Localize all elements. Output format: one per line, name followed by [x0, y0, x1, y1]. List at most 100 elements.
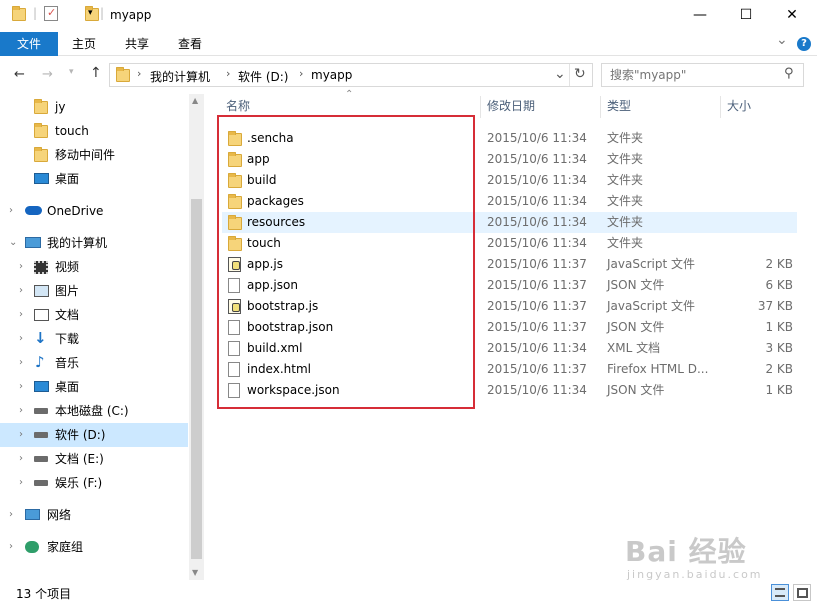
breadcrumb-drive-d[interactable]: 软件 (D:) — [238, 68, 288, 85]
chevron-right-icon[interactable]: › — [19, 351, 23, 375]
search-icon[interactable]: ⚲ — [784, 66, 794, 81]
sidebar-item-this-pc[interactable]: ⌄ 我的计算机 — [0, 231, 188, 255]
column-separator[interactable] — [720, 96, 721, 118]
file-date: 2015/10/6 11:37 — [487, 257, 587, 271]
folder-icon[interactable] — [12, 6, 26, 21]
sidebar-item-drive-d[interactable]: › 软件 (D:) — [0, 423, 188, 447]
sidebar-item-onedrive[interactable]: › OneDrive — [0, 199, 188, 223]
toolbar-divider: | — [33, 6, 38, 20]
properties-icon[interactable]: ✓ — [44, 6, 58, 21]
sidebar-item-desktop[interactable]: 桌面 — [0, 167, 188, 191]
large-icons-view-icon — [797, 588, 808, 598]
tab-view[interactable]: 查看 — [168, 32, 212, 56]
drive-icon — [34, 408, 48, 414]
column-separator[interactable] — [600, 96, 601, 118]
column-header-date[interactable]: 修改日期 — [487, 94, 535, 119]
chevron-right-icon[interactable]: › — [19, 423, 23, 447]
maximize-button[interactable]: ☐ — [723, 0, 769, 30]
column-header-type[interactable]: 类型 — [607, 94, 631, 119]
chevron-right-icon[interactable]: › — [19, 255, 23, 279]
annotation-highlight-box — [217, 115, 475, 409]
breadcrumb-separator[interactable]: › — [137, 67, 141, 80]
scroll-down-icon[interactable]: ▼ — [192, 568, 198, 577]
file-date: 2015/10/6 11:34 — [487, 173, 587, 187]
chevron-right-icon[interactable]: › — [19, 399, 23, 423]
search-input[interactable] — [602, 64, 772, 86]
homegroup-icon — [25, 541, 39, 553]
customize-quick-access-icon[interactable]: ▾ — [88, 8, 93, 18]
sidebar-item-touch[interactable]: touch — [0, 119, 188, 143]
file-date: 2015/10/6 11:34 — [487, 236, 587, 250]
folder-icon — [116, 67, 130, 82]
breadcrumb-separator[interactable]: › — [226, 67, 230, 80]
sidebar-item-label: jy — [55, 100, 66, 114]
large-icons-view-button[interactable] — [793, 584, 811, 601]
sidebar-scrollbar[interactable]: ▲ ▼ — [189, 94, 204, 580]
sidebar-item-label: 我的计算机 — [47, 236, 108, 250]
window-title: myapp — [110, 8, 152, 22]
help-icon[interactable]: ? — [797, 37, 811, 51]
address-dropdown-icon[interactable]: ⌄ — [554, 66, 566, 82]
sidebar-item-pictures[interactable]: › 图片 — [0, 279, 188, 303]
sidebar-item-jy[interactable]: jy — [0, 95, 188, 119]
sidebar-item-drive-f[interactable]: › 娱乐 (F:) — [0, 471, 188, 495]
breadcrumb-this-pc[interactable]: 我的计算机 — [150, 68, 210, 85]
watermark: Bai 经验 jingyan.baidu.com — [625, 530, 805, 581]
desktop-icon — [34, 381, 49, 392]
tab-share[interactable]: 共享 — [115, 32, 159, 56]
chevron-right-icon[interactable]: › — [19, 279, 23, 303]
sidebar-item-label: 软件 (D:) — [55, 428, 106, 442]
address-bar[interactable]: › 我的计算机 › 软件 (D:) › myapp ⌄ ↻ — [109, 63, 593, 87]
refresh-icon[interactable]: ↻ — [574, 66, 586, 82]
chevron-right-icon[interactable]: › — [19, 471, 23, 495]
breadcrumb-separator[interactable]: › — [299, 67, 303, 80]
sidebar-item-label: 桌面 — [55, 380, 80, 394]
sidebar-item-drive-e[interactable]: › 文档 (E:) — [0, 447, 188, 471]
chevron-right-icon[interactable]: › — [19, 375, 23, 399]
file-size: 3 KB — [765, 341, 793, 355]
scroll-up-icon[interactable]: ▲ — [192, 96, 198, 105]
expand-ribbon-icon[interactable]: ⌄ — [776, 32, 788, 48]
sidebar-item-middleware[interactable]: 移动中间件 — [0, 143, 188, 167]
forward-arrow-icon[interactable]: → — [42, 67, 53, 82]
file-date: 2015/10/6 11:34 — [487, 152, 587, 166]
chevron-right-icon[interactable]: › — [19, 303, 23, 327]
recent-locations-icon[interactable]: ▾ — [69, 67, 74, 77]
minimize-button[interactable]: — — [677, 0, 723, 30]
column-header-size[interactable]: 大小 — [727, 94, 751, 119]
sidebar-item-label: 视频 — [55, 260, 80, 274]
chevron-right-icon[interactable]: › — [19, 447, 23, 471]
chevron-right-icon[interactable]: › — [9, 535, 13, 559]
breadcrumb-myapp[interactable]: myapp — [311, 68, 352, 82]
sidebar-item-documents[interactable]: › 文档 — [0, 303, 188, 327]
file-date: 2015/10/6 11:34 — [487, 131, 587, 145]
file-type: JavaScript 文件 — [607, 257, 695, 271]
sidebar-item-downloads[interactable]: › ↓ 下载 — [0, 327, 188, 351]
toolbar-divider: | — [100, 6, 105, 20]
column-separator[interactable] — [480, 96, 481, 118]
file-date: 2015/10/6 11:37 — [487, 278, 587, 292]
sidebar-item-music[interactable]: › ♪ 音乐 — [0, 351, 188, 375]
search-box[interactable]: ⚲ — [601, 63, 804, 87]
tab-home[interactable]: 主页 — [62, 32, 106, 56]
tab-file[interactable]: 文件 — [0, 32, 58, 56]
picture-icon — [34, 285, 49, 297]
chevron-right-icon[interactable]: › — [9, 199, 13, 223]
network-icon — [25, 509, 40, 520]
sidebar-item-label: 下载 — [55, 332, 80, 346]
up-arrow-icon[interactable]: ↑ — [90, 65, 102, 81]
chevron-down-icon[interactable]: ⌄ — [9, 231, 17, 255]
sidebar-item-desktop-2[interactable]: › 桌面 — [0, 375, 188, 399]
drive-icon — [34, 480, 48, 486]
sidebar-item-network[interactable]: › 网络 — [0, 503, 188, 527]
details-view-button[interactable] — [771, 584, 789, 601]
scrollbar-thumb[interactable] — [191, 199, 202, 559]
desktop-icon — [34, 173, 49, 184]
close-button[interactable]: ✕ — [769, 0, 815, 30]
chevron-right-icon[interactable]: › — [19, 327, 23, 351]
back-arrow-icon[interactable]: ← — [14, 67, 25, 82]
chevron-right-icon[interactable]: › — [9, 503, 13, 527]
sidebar-item-drive-c[interactable]: › 本地磁盘 (C:) — [0, 399, 188, 423]
sidebar-item-homegroup[interactable]: › 家庭组 — [0, 535, 188, 559]
sidebar-item-videos[interactable]: › 视频 — [0, 255, 188, 279]
